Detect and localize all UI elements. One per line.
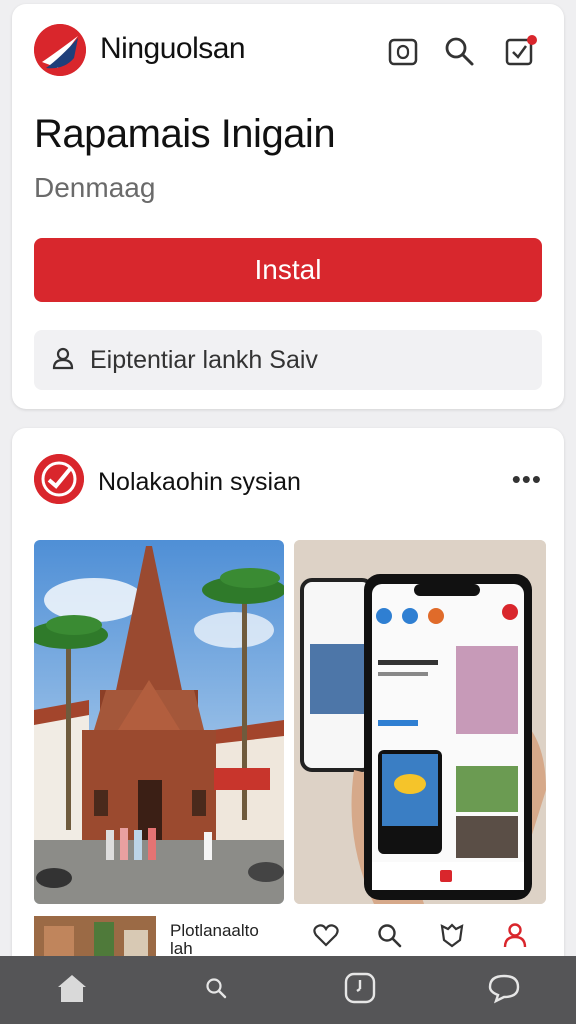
search-icon[interactable] [442,34,476,68]
install-button[interactable]: Instal [34,238,542,302]
nav-messages-button[interactable] [474,960,534,1020]
post-card: Nolakaohin sysian ••• Plotlanaalto lah [12,428,564,1024]
app-title: Rapamais Inigain [34,112,336,156]
related-post[interactable]: Plotlanaalto lah bonnakho ha [34,912,284,976]
post-avatar[interactable] [34,454,84,504]
nav-home-button[interactable] [42,960,102,1020]
app-subtitle: Denmaag [34,172,156,203]
phone-photo[interactable] [294,540,546,904]
search-icon[interactable] [376,922,402,953]
temple-photo[interactable] [34,540,284,904]
brand-name: Ninguolsan [100,32,246,65]
brand-logo [34,24,86,76]
search-icon [204,976,228,1005]
profile-icon[interactable] [502,922,528,953]
post-actions [294,912,546,962]
post-author[interactable]: Nolakaohin sysian [98,468,301,497]
bottom-nav [0,956,576,1024]
app-card: Ninguolsan Rapamais Inigain Denmaag Inst… [12,4,564,409]
clock-icon [343,971,377,1010]
heart-icon[interactable] [312,923,339,952]
search-text: Eiptentiar lankh Saiv [90,345,318,374]
shield-icon[interactable] [439,922,465,953]
nav-activity-button[interactable] [330,960,390,1020]
edit-icon[interactable] [504,34,538,68]
home-icon [55,972,89,1009]
user-icon [50,345,76,376]
nav-search-button[interactable] [186,960,246,1020]
more-options-icon[interactable]: ••• [512,464,542,495]
camera-icon[interactable] [386,34,420,68]
chat-icon [487,972,521,1009]
related-thumbnail [34,916,156,960]
search-field[interactable]: Eiptentiar lankh Saiv [34,330,542,390]
